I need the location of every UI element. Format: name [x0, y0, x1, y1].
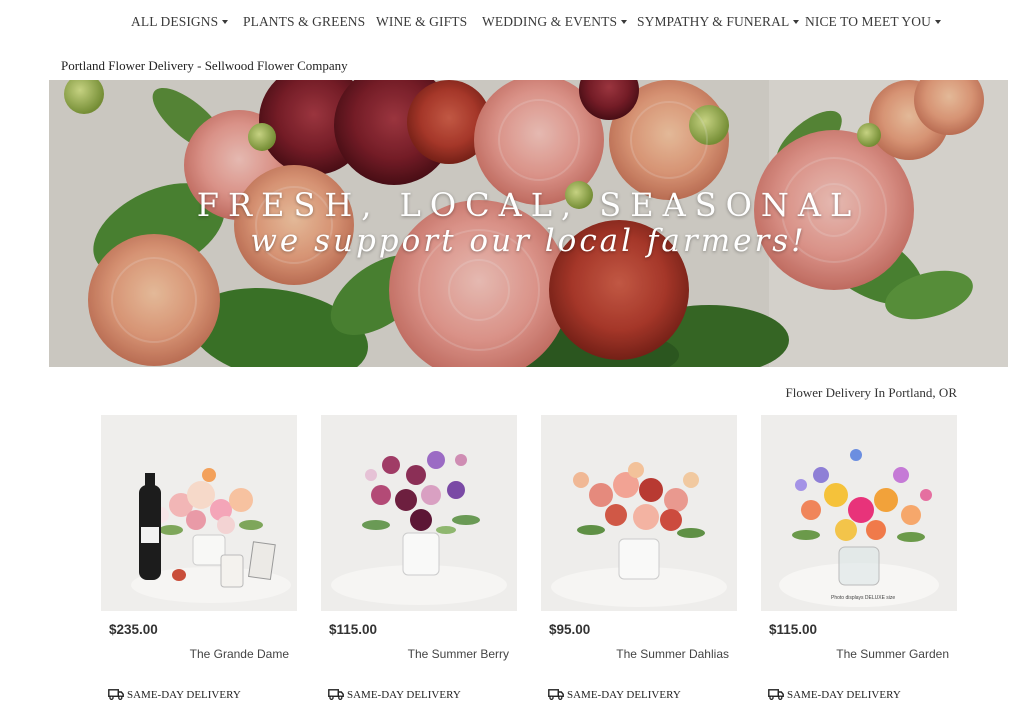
section-subheading: Flower Delivery In Portland, OR — [785, 385, 957, 400]
product-card: $115.00 The Summer Berry SAME-DAY DELIVE… — [321, 415, 517, 715]
nav-label: ALL DESIGNS — [131, 14, 219, 29]
chevron-down-icon — [621, 19, 628, 24]
hero-banner[interactable]: FRESH, LOCAL, SEASONAL we support our lo… — [49, 80, 1008, 367]
nav-sympathy-funeral[interactable]: SYMPATHY & FUNERAL — [637, 14, 800, 30]
arrangement-image — [541, 415, 737, 611]
same-day-delivery-badge: SAME-DAY DELIVERY — [108, 689, 241, 701]
nav-nice-to-meet-you[interactable]: NICE TO MEET YOU — [805, 14, 941, 30]
chevron-down-icon — [934, 19, 941, 24]
arrangement-image: Photo displays DELUXE size — [761, 415, 957, 611]
delivery-label: SAME-DAY DELIVERY — [347, 689, 461, 701]
product-card: $235.00 The Grande Dame SAME-DAY DELIVER… — [101, 415, 297, 715]
nav-wedding-events[interactable]: WEDDING & EVENTS — [482, 14, 628, 30]
nav-label: NICE TO MEET YOU — [805, 14, 931, 29]
delivery-truck-icon — [768, 689, 784, 700]
product-price: $95.00 — [549, 622, 591, 637]
product-price: $235.00 — [109, 622, 158, 637]
same-day-delivery-badge: SAME-DAY DELIVERY — [768, 689, 901, 701]
delivery-truck-icon — [108, 689, 124, 700]
nav-wine-gifts[interactable]: WINE & GIFTS — [376, 14, 467, 30]
main-navigation: ALL DESIGNS PLANTS & GREENS WINE & GIFTS… — [0, 0, 1024, 44]
hero-headline: FRESH, LOCAL, SEASONAL — [196, 186, 861, 224]
delivery-label: SAME-DAY DELIVERY — [787, 689, 901, 701]
product-name[interactable]: The Summer Garden — [836, 647, 949, 661]
product-image[interactable] — [541, 415, 737, 611]
product-card: $95.00 The Summer Dahlias SAME-DAY DELIV… — [541, 415, 737, 715]
same-day-delivery-badge: SAME-DAY DELIVERY — [548, 689, 681, 701]
product-name[interactable]: The Grande Dame — [190, 647, 289, 661]
site-title: Portland Flower Delivery - Sellwood Flow… — [61, 58, 348, 73]
product-image[interactable]: Photo displays DELUXE size — [761, 415, 957, 611]
product-card: Photo displays DELUXE size $115.00 The S… — [761, 415, 957, 715]
nav-label: SYMPATHY & FUNERAL — [637, 14, 790, 29]
delivery-truck-icon — [548, 689, 564, 700]
product-price: $115.00 — [769, 622, 818, 637]
same-day-delivery-badge: SAME-DAY DELIVERY — [328, 689, 461, 701]
product-name[interactable]: The Summer Dahlias — [616, 647, 729, 661]
product-image[interactable] — [321, 415, 517, 611]
nav-plants-greens[interactable]: PLANTS & GREENS — [243, 14, 365, 30]
product-image[interactable] — [101, 415, 297, 611]
delivery-label: SAME-DAY DELIVERY — [127, 689, 241, 701]
product-name[interactable]: The Summer Berry — [408, 647, 509, 661]
product-price: $115.00 — [329, 622, 378, 637]
arrangement-image — [321, 415, 517, 611]
delivery-label: SAME-DAY DELIVERY — [567, 689, 681, 701]
nav-label: WINE & GIFTS — [376, 14, 468, 29]
arrangement-image — [101, 415, 297, 611]
photo-caption: Photo displays DELUXE size — [831, 595, 895, 601]
chevron-down-icon — [222, 19, 229, 24]
delivery-truck-icon — [328, 689, 344, 700]
nav-label: PLANTS & GREENS — [243, 14, 366, 29]
hero-tagline: we support our local farmers! — [250, 223, 807, 259]
nav-label: WEDDING & EVENTS — [482, 14, 618, 29]
nav-all-designs[interactable]: ALL DESIGNS — [131, 14, 229, 30]
chevron-down-icon — [793, 19, 800, 24]
